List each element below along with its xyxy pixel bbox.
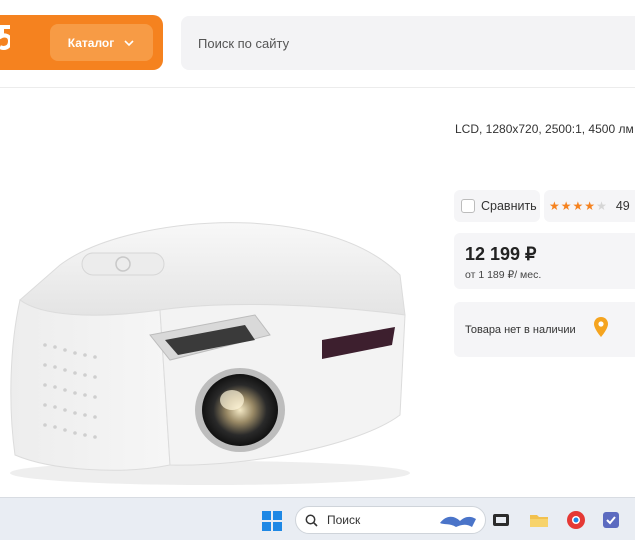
star-icon: ★ [560,199,572,213]
product-image [10,222,410,485]
catalog-button[interactable]: Каталог [50,24,153,61]
star-icon: ★ [584,199,596,213]
windows-start-icon[interactable] [262,511,282,531]
site-header: Каталог Поиск по сайту [0,0,635,88]
search-highlight-icon[interactable] [438,509,478,531]
price-panel: 12 199 ₽ от 1 189 ₽/ мес. [454,233,635,289]
browser-icon[interactable] [565,509,587,531]
chevron-down-icon [124,39,134,46]
file-explorer-icon[interactable] [528,509,550,531]
brand-bar: Каталог [0,15,163,70]
taskbar: Поиск [0,497,635,540]
taskbar-search-label: Поиск [327,513,361,527]
page: Каталог Поиск по сайту LCD, 1280x720, 25… [0,0,635,540]
search-placeholder: Поиск по сайту [198,35,290,51]
logo-icon [0,25,10,50]
star-icon: ★ [549,199,560,213]
rating-badge[interactable]: ★ ★ ★ ★ ★ 49 [544,190,635,222]
star-icon: ★ [572,199,584,213]
app-icon[interactable] [600,509,622,531]
installment-price: от 1 189 ₽/ мес. [465,269,542,281]
location-pin-icon[interactable] [594,317,608,337]
price: 12 199 ₽ [465,244,537,264]
star-empty-icon: ★ [596,199,607,213]
product-specs: LCD, 1280x720, 2500:1, 4500 лм [455,122,634,136]
catalog-button-label: Каталог [67,35,115,50]
task-view-icon[interactable] [490,509,512,531]
compare-button[interactable]: Сравнить [454,190,540,222]
rating-count: 49 [615,199,630,213]
compare-checkbox[interactable] [461,199,475,213]
search-icon [305,514,318,527]
availability-text: Товара нет в наличии [465,323,576,336]
compare-label: Сравнить [481,199,537,213]
search-input[interactable]: Поиск по сайту [181,16,635,70]
